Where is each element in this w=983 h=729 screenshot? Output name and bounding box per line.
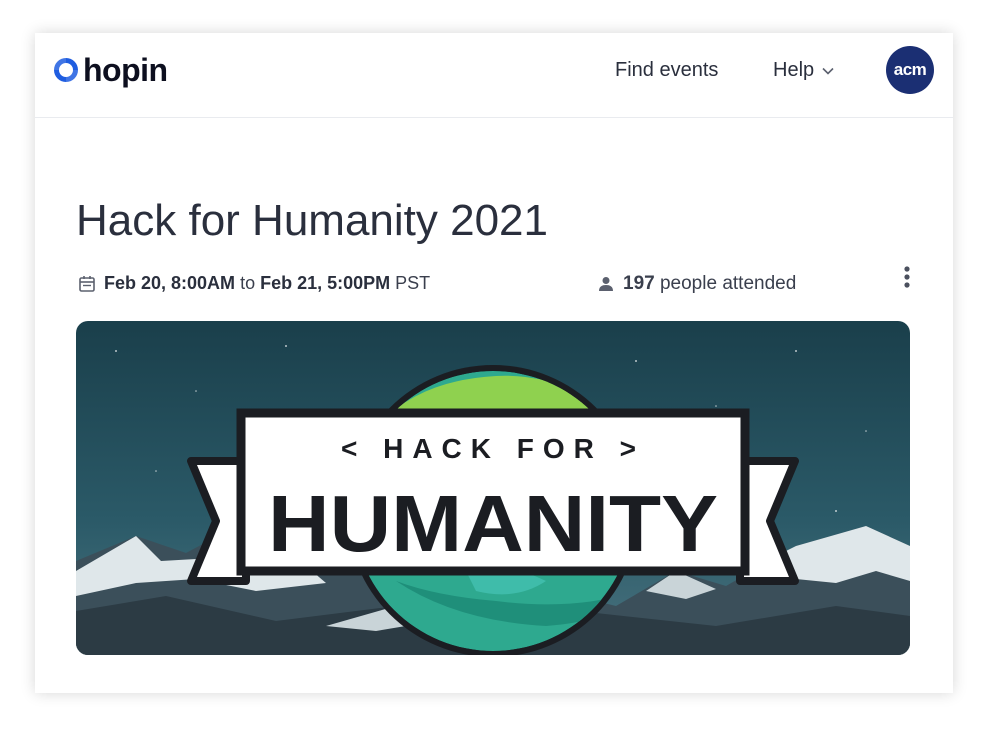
attendee-count: 197	[623, 273, 655, 294]
logo-text: hopin	[83, 51, 168, 88]
banner-line2: HUMANITY	[268, 479, 718, 568]
hopin-logo-icon	[54, 58, 78, 82]
banner-line1: < HACK FOR >	[341, 433, 645, 464]
event-banner-image: < HACK FOR > HUMANITY	[76, 321, 910, 655]
chevron-down-icon	[822, 67, 834, 75]
attendee-label: people attended	[659, 273, 797, 294]
calendar-icon	[79, 275, 95, 292]
avatar-initials: acm	[893, 60, 927, 79]
help-label: Help	[773, 59, 815, 81]
event-card: hopin Find events Help acm Hack for Huma…	[35, 33, 953, 693]
event-to: to	[240, 273, 256, 293]
event-date: Feb 20, 8:00AM to Feb 21, 5:00PM PST	[78, 273, 430, 294]
event-title: Hack for Humanity 2021	[76, 196, 548, 245]
hopin-logo[interactable]: hopin	[52, 52, 168, 88]
help-menu[interactable]: Help	[773, 59, 834, 82]
more-options-icon[interactable]	[900, 265, 914, 293]
find-events-link[interactable]: Find events	[615, 59, 718, 82]
person-icon	[599, 277, 613, 291]
event-timezone: PST	[395, 273, 431, 293]
event-end: Feb 21, 5:00PM	[260, 273, 391, 293]
event-attendance: 197 people attended	[598, 273, 796, 295]
event-start: Feb 20, 8:00AM	[104, 273, 236, 293]
navbar: hopin Find events Help acm	[35, 33, 953, 118]
avatar[interactable]: acm	[886, 46, 934, 94]
